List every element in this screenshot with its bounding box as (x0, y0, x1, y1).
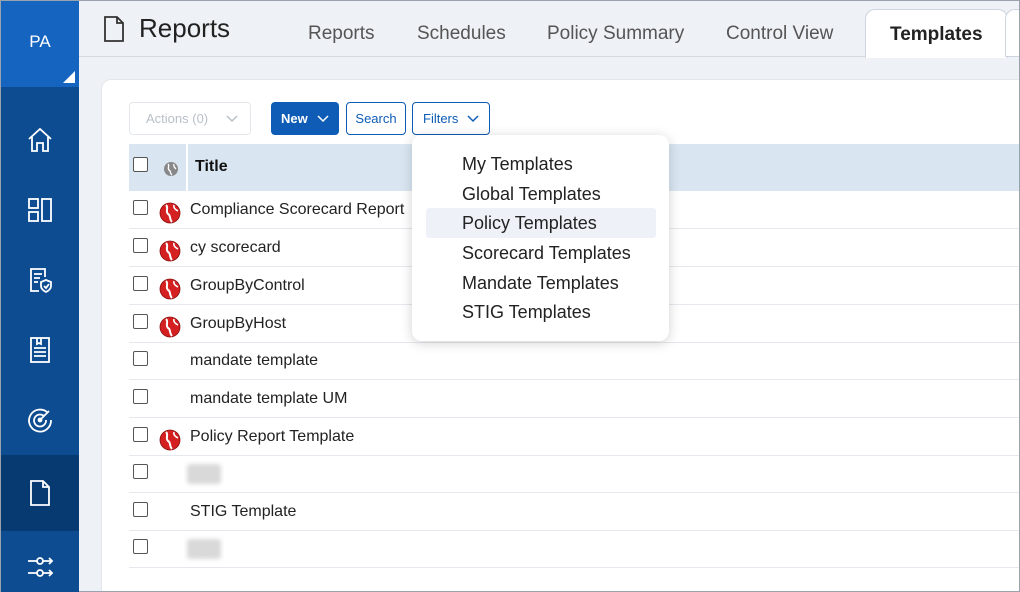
row-title[interactable]: Policy Report Template (190, 428, 354, 446)
table-row[interactable]: Policy Report Template (129, 418, 1019, 456)
sidebar-item-radar[interactable] (1, 385, 79, 455)
filter-global-templates[interactable]: Global Templates (426, 179, 656, 209)
avatar[interactable]: PA (1, 1, 79, 87)
filters-button[interactable]: Filters (412, 102, 490, 135)
global-template-icon (159, 316, 181, 338)
chevron-down-icon (317, 114, 329, 122)
row-title[interactable]: STIG Template (190, 503, 296, 521)
row-checkbox[interactable] (133, 314, 148, 329)
table-row[interactable]: mandate template UM (129, 380, 1019, 418)
new-label: New (281, 111, 308, 126)
policy-shield-icon (30, 268, 52, 294)
chevron-down-icon (226, 114, 238, 122)
row-title[interactable]: cy scorecard (190, 239, 281, 257)
table-row[interactable] (129, 530, 1019, 568)
row-title[interactable]: mandate template UM (190, 390, 347, 408)
actions-label: Actions (0) (146, 111, 209, 126)
global-template-icon (159, 202, 181, 224)
filter-scorecard-templates[interactable]: Scorecard Templates (426, 238, 656, 268)
filter-mandate-templates[interactable]: Mandate Templates (426, 268, 656, 298)
redacted-title (187, 464, 221, 484)
dashboard-icon (28, 198, 52, 222)
filters-label: Filters (423, 111, 459, 126)
global-template-icon (159, 429, 181, 451)
filter-my-templates[interactable]: My Templates (426, 149, 656, 179)
table-row[interactable]: mandate template (129, 342, 1019, 380)
sidebar-item-dashboard[interactable] (1, 175, 79, 245)
sidebar: PA (1, 1, 79, 592)
row-checkbox[interactable] (133, 351, 148, 366)
sidebar-item-reports[interactable] (1, 455, 79, 531)
row-checkbox[interactable] (133, 238, 148, 253)
row-checkbox[interactable] (133, 427, 148, 442)
tab-templates[interactable]: Templates (865, 9, 1008, 58)
avatar-initials: PA (29, 32, 51, 51)
page-document-icon (104, 16, 124, 42)
new-button[interactable]: New (271, 102, 339, 135)
tab-reports[interactable]: Reports (308, 23, 375, 45)
select-all-checkbox[interactable] (133, 157, 148, 172)
header: Reports Reports Schedules Policy Summary… (79, 1, 1019, 58)
row-title[interactable]: GroupByControl (190, 277, 305, 295)
row-checkbox[interactable] (133, 464, 148, 479)
row-title[interactable]: mandate template (190, 352, 318, 370)
filters-menu: My Templates Global Templates Policy Tem… (412, 135, 669, 341)
row-checkbox[interactable] (133, 389, 148, 404)
filter-policy-templates[interactable]: Policy Templates (426, 208, 656, 238)
row-checkbox[interactable] (133, 539, 148, 554)
row-checkbox[interactable] (133, 200, 148, 215)
global-template-icon (159, 240, 181, 262)
home-icon (28, 127, 52, 152)
tab-schedules[interactable]: Schedules (417, 23, 506, 45)
sidebar-item-workflow[interactable] (1, 531, 79, 592)
sidebar-item-policy[interactable] (1, 245, 79, 315)
row-title[interactable]: Compliance Scorecard Report (190, 201, 404, 219)
workflow-icon (28, 557, 54, 577)
row-title[interactable]: GroupByHost (190, 315, 286, 333)
row-checkbox[interactable] (133, 276, 148, 291)
row-checkbox[interactable] (133, 502, 148, 517)
tab-policy-summary[interactable]: Policy Summary (547, 23, 684, 45)
page-title: Reports (139, 13, 231, 43)
reports-file-icon (30, 480, 50, 506)
search-button[interactable]: Search (346, 102, 406, 135)
actions-dropdown[interactable]: Actions (0) (129, 102, 251, 135)
tab-control-view[interactable]: Control View (726, 23, 833, 45)
sidebar-item-report[interactable] (1, 315, 79, 385)
report-document-icon (30, 337, 50, 363)
table-row[interactable] (129, 455, 1019, 493)
more-tabs-button[interactable] (1005, 9, 1019, 57)
redacted-title (187, 539, 221, 559)
globe-icon (164, 162, 178, 176)
filter-stig-templates[interactable]: STIG Templates (426, 297, 656, 327)
chevron-down-icon (467, 114, 479, 122)
radar-icon (28, 408, 52, 433)
global-template-icon (159, 278, 181, 300)
sidebar-item-home[interactable] (1, 105, 79, 175)
table-row[interactable]: STIG Template (129, 493, 1019, 531)
